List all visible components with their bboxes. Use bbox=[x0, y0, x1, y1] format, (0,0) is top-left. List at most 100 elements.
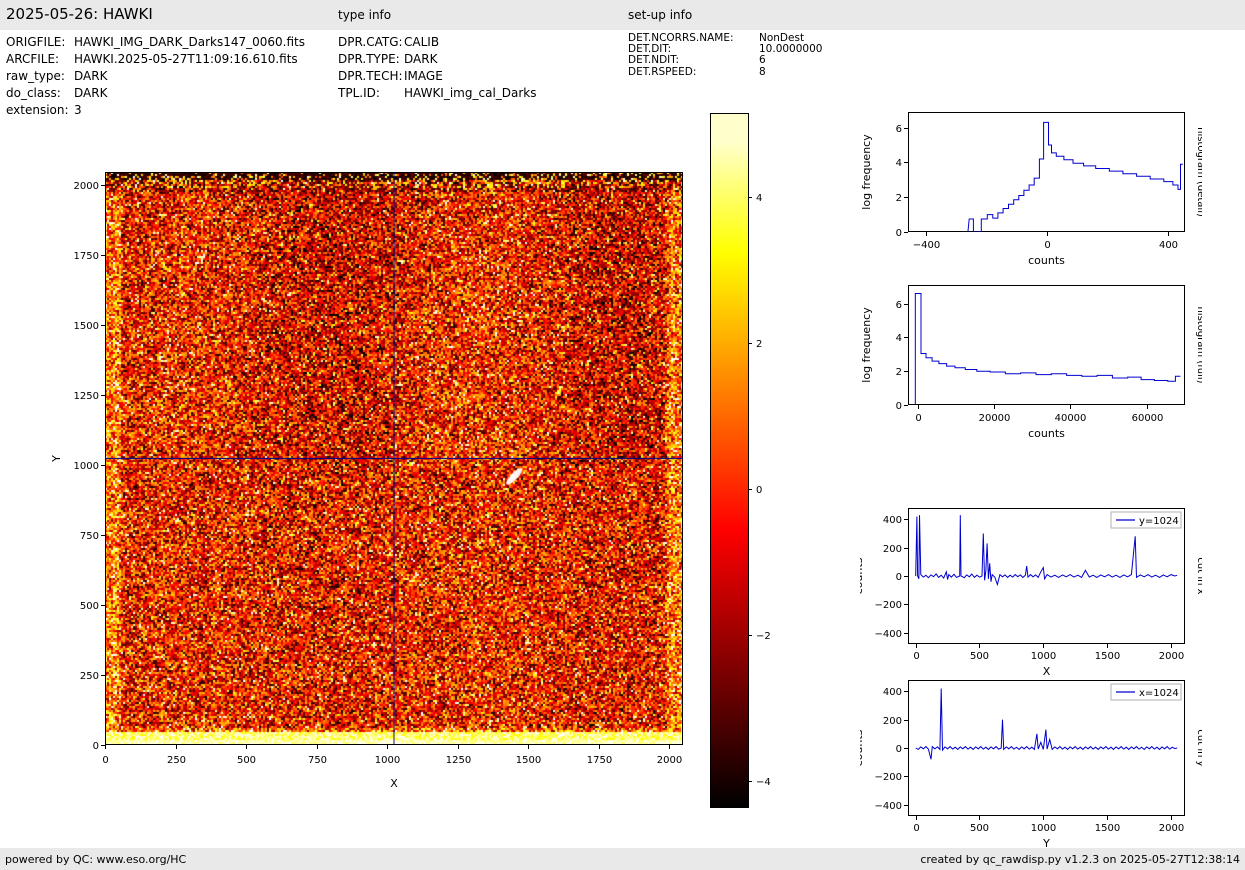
y-tick-label: 1750 bbox=[74, 251, 99, 262]
metadata-label: DET.NCORRS.NAME: bbox=[628, 32, 734, 44]
y-tick-label: 400 bbox=[883, 515, 902, 526]
y-tick-label: 200 bbox=[883, 716, 902, 727]
x-tick-label: 250 bbox=[167, 755, 186, 766]
metadata-value: HAWKI_img_cal_Darks bbox=[404, 86, 537, 100]
metadata-label: DET.NDIT: bbox=[628, 54, 680, 67]
y-axis-label: log frequency bbox=[860, 307, 873, 383]
x-tick-label: 60000 bbox=[1132, 413, 1164, 424]
metadata-label: ARCFILE: bbox=[6, 52, 60, 66]
metadata-label: DET.RSPEED: bbox=[628, 65, 697, 78]
metadata-label: DPR.TYPE: bbox=[338, 52, 400, 66]
colorbar-tick-label: −4 bbox=[756, 777, 771, 788]
right-side-label: histogram (full) bbox=[1195, 306, 1202, 383]
axes-box bbox=[908, 112, 1185, 232]
metadata-value: CALIB bbox=[404, 35, 440, 49]
legend: x=1024 bbox=[1110, 683, 1182, 701]
x-tick-label: 1500 bbox=[1095, 823, 1120, 834]
metadata-row: DET.DIT: 10.0000000 bbox=[628, 43, 823, 56]
detector-image-plot: 0 250 500 750 1000 1250 1500 1750 2000 0 250 500 750… bbox=[43, 110, 705, 812]
cut-x-svg: 0 500 1000 1500 2000−400−2000200400Xcounts cu… bbox=[860, 508, 1202, 678]
setup-info-header: set-up info bbox=[628, 8, 693, 22]
colorbar-tick-label: 0 bbox=[756, 485, 762, 496]
qc-report-page: 2025-05-26: HAWKI type info set-up info … bbox=[0, 0, 1245, 870]
setup-info-block: DET.NCORRS.NAME: NonDest DET.DIT: 10.000000… bbox=[628, 32, 823, 78]
y-tick-label: 2000 bbox=[74, 181, 99, 192]
metadata-label: do_class: bbox=[6, 86, 61, 100]
legend: y=1024 bbox=[1110, 511, 1182, 529]
cut-y-svg: 0 500 1000 1500 2000−400−2000200400Ycounts cu… bbox=[860, 680, 1202, 850]
cut-in-y-plot: 0 500 1000 1500 2000 −400 −200 0 200 400 Ycounts cu… bbox=[860, 660, 1202, 852]
right-side-label: cut in x bbox=[1195, 557, 1202, 594]
y-axis-label: counts bbox=[860, 729, 865, 766]
metadata-value: HAWKI.2025-05-27T11:09:16.610.fits bbox=[74, 52, 298, 66]
metadata-value: IMAGE bbox=[404, 69, 443, 83]
metadata-row: DET.NCORRS.NAME: NonDest bbox=[628, 32, 822, 44]
x-tick-label: 0 bbox=[915, 413, 921, 424]
y-axis-label: counts bbox=[860, 557, 865, 594]
footer-bar: powered by QC: www.eso.org/HC created by… bbox=[0, 848, 1245, 870]
metadata-row: DPR.TECH: IMAGE bbox=[338, 69, 537, 86]
y-tick-label: −200 bbox=[875, 772, 902, 783]
y-tick-label: 4 bbox=[896, 333, 902, 344]
colorbar: 4 2 0 −2 −4 bbox=[710, 113, 800, 813]
type-info-block: DPR.CATG: CALIB DPR.TYPE: DARK DPR.TECH: IMAG… bbox=[338, 35, 537, 103]
metadata-label: ORIGFILE: bbox=[6, 35, 66, 49]
y-tick-label: 0 bbox=[896, 744, 902, 755]
metadata-row: raw_type: DARK bbox=[6, 69, 305, 86]
x-tick-label: −400 bbox=[913, 240, 940, 251]
type-info-header: type info bbox=[338, 8, 392, 22]
footer-left-text: powered by QC: www.eso.org/HC bbox=[5, 852, 187, 866]
x-axis-label: counts bbox=[1028, 427, 1065, 440]
data-line bbox=[914, 293, 1181, 405]
metadata-row: DET.NDIT: 6 bbox=[628, 54, 822, 67]
legend-label: y=1024 bbox=[1139, 516, 1179, 527]
metadata-row: DPR.CATG: CALIB bbox=[338, 35, 537, 52]
metadata-label: DPR.CATG: bbox=[338, 35, 403, 49]
histogram-full-plot: 0 20000 40000 60000 0 2 4 6 counts log frequency h… bbox=[860, 268, 1202, 454]
y-tick-label: 0 bbox=[896, 572, 902, 583]
y-tick-label: −200 bbox=[875, 600, 902, 611]
axes-box bbox=[908, 285, 1185, 405]
colorbar-gradient bbox=[710, 113, 749, 808]
histogram-detail-plot: −400 0 400 0 2 4 6 counts log frequency histogram… bbox=[860, 95, 1202, 281]
x-tick-label: 500 bbox=[970, 823, 989, 834]
x-axis-label: counts bbox=[1028, 254, 1065, 267]
metadata-label: TPL.ID: bbox=[338, 86, 380, 100]
y-tick-label: 0 bbox=[896, 401, 902, 412]
x-tick-label: 750 bbox=[308, 755, 327, 766]
right-side-label: cut in y bbox=[1195, 729, 1202, 766]
hist-detail-svg: −400 0 400 0 2 4 6 counts log frequency histogram… bbox=[860, 112, 1202, 267]
x-tick-label: 1500 bbox=[516, 755, 541, 766]
file-info-block: ORIGFILE: HAWKI_IMG_DARK_Darks147_0060.fi… bbox=[6, 35, 305, 120]
metadata-row: do_class: DARK bbox=[6, 86, 305, 103]
y-tick-label: 4 bbox=[896, 158, 902, 169]
y-tick-label: 2 bbox=[896, 367, 902, 378]
metadata-label: DET.DIT: bbox=[628, 43, 672, 56]
y-tick-label: 0 bbox=[93, 741, 99, 752]
page-title: 2025-05-26: HAWKI bbox=[6, 5, 153, 23]
y-tick-label: 6 bbox=[896, 300, 902, 311]
x-tick-label: 1000 bbox=[375, 755, 400, 766]
x-tick-label: 2000 bbox=[1159, 823, 1184, 834]
metadata-row: ORIGFILE: HAWKI_IMG_DARK_Darks147_0060.fi… bbox=[6, 35, 305, 52]
metadata-value: DARK bbox=[74, 69, 108, 83]
y-tick-label: 500 bbox=[80, 601, 99, 612]
x-tick-label: 2000 bbox=[657, 755, 682, 766]
y-tick-label: 6 bbox=[896, 124, 902, 135]
cut-in-x-plot: 0 500 1000 1500 2000 −400 −200 0 200 400 Xcounts cu… bbox=[860, 488, 1202, 680]
metadata-row: DET.RSPEED: 8 bbox=[628, 65, 822, 78]
x-tick-label: 0 bbox=[913, 823, 919, 834]
legend-label: x=1024 bbox=[1139, 688, 1179, 699]
colorbar-tick-label: 4 bbox=[756, 193, 762, 204]
x-axis-label: X bbox=[390, 777, 398, 790]
x-tick-label: 1000 bbox=[1031, 823, 1056, 834]
y-tick-label: 1500 bbox=[74, 321, 99, 332]
metadata-value: HAWKI_IMG_DARK_Darks147_0060.fits bbox=[74, 35, 305, 49]
metadata-value: 6 bbox=[759, 54, 766, 67]
x-tick-label: 1250 bbox=[446, 755, 471, 766]
main-image-svg: 0 250 500 750 1000 1250 1500 1750 2000 0 250 500 750… bbox=[50, 172, 683, 790]
x-tick-label: 500 bbox=[237, 755, 256, 766]
y-tick-label: 750 bbox=[80, 531, 99, 542]
x-tick-label: 1750 bbox=[587, 755, 612, 766]
metadata-value: 10.0000000 bbox=[759, 43, 823, 56]
